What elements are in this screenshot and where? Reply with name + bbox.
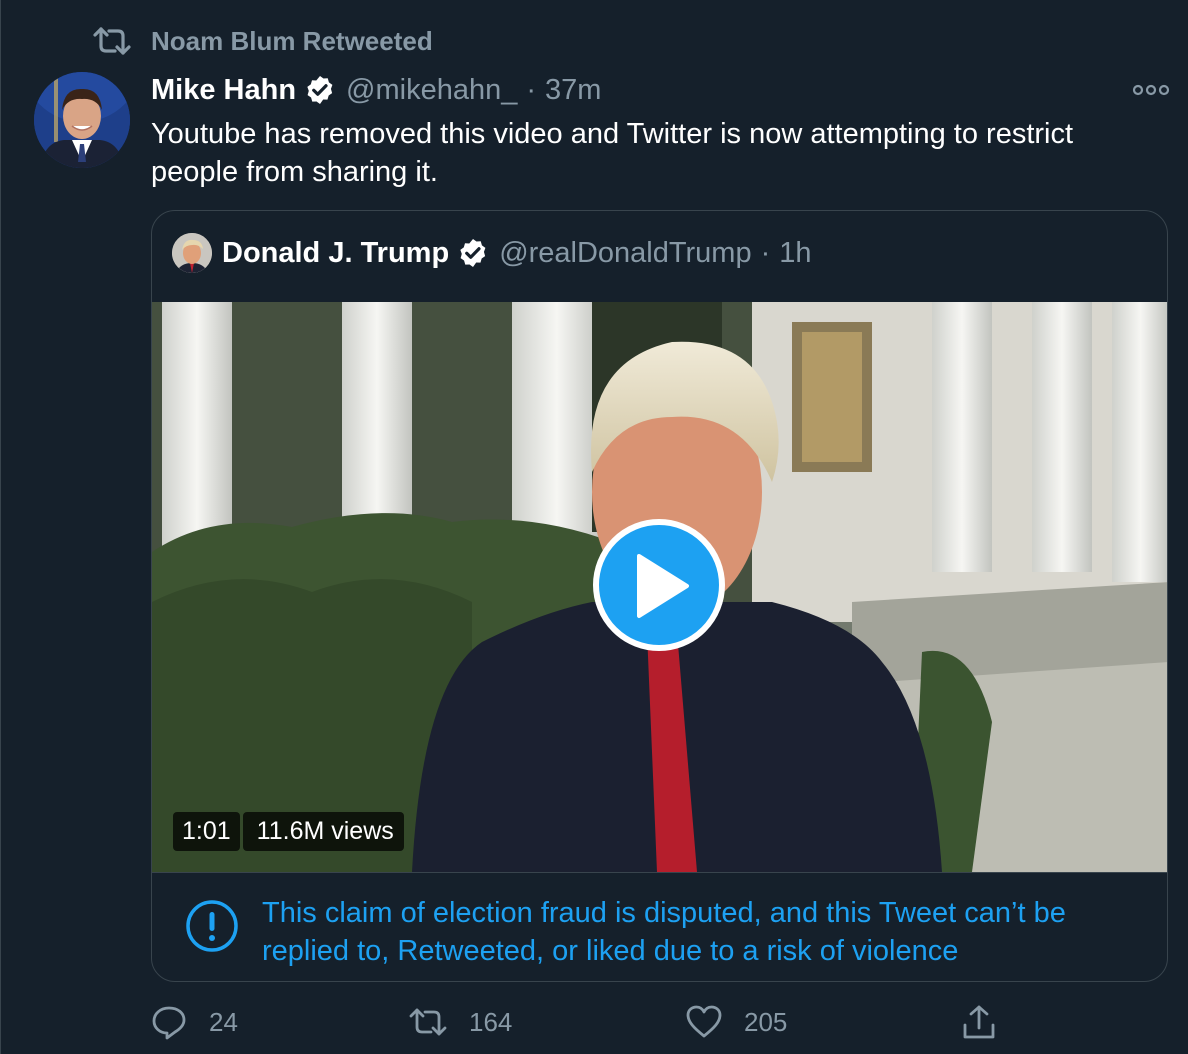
meta-separator: · [526,73,537,106]
video-player[interactable]: 1:01 11.6M views [152,302,1167,872]
like-icon [686,1005,722,1038]
verified-icon [307,76,333,104]
quoted-author-name: Donald J. Trump [222,236,450,269]
video-duration: 1:01 [173,812,240,851]
quoted-timestamp: 1h [779,236,812,269]
quoted-tweet[interactable]: Donald J. Trump @realDonaldTrump · 1h 1:… [151,210,1168,982]
reply-count: 24 [209,1006,238,1037]
quoted-author-handle: @realDonaldTrump [499,236,752,269]
author-name[interactable]: Mike Hahn [151,74,296,107]
like-count: 205 [744,1006,788,1037]
more-icon[interactable] [1131,80,1171,100]
reply-icon [152,1006,186,1040]
share-icon [963,1005,995,1039]
tweet[interactable]: Noam Blum Retweeted Mike Hahn @mikehahn_… [0,0,1188,1054]
video-view-count: 11.6M views [242,812,404,851]
notice-text: This claim of election fraud is disputed… [262,897,1066,967]
quoted-tweet-header: Donald J. Trump @realDonaldTrump · 1h [172,233,812,273]
quoted-avatar[interactable] [172,233,212,273]
retweet-button[interactable]: 164 [409,1002,512,1042]
retweet-context[interactable]: Noam Blum Retweeted [93,24,433,58]
like-button[interactable]: 205 [686,1002,787,1042]
reply-button[interactable]: 24 [151,1002,238,1042]
disputed-claim-notice: This claim of election fraud is disputed… [152,872,1167,981]
retweet-icon [93,27,131,55]
retweet-icon [409,1008,447,1036]
play-icon [637,554,689,618]
play-button[interactable] [593,519,725,651]
video-badges: 1:01 11.6M views [173,812,404,851]
share-button[interactable] [962,1002,1018,1042]
verified-icon [460,239,486,267]
tweet-text: Youtube has removed this video and Twitt… [151,118,1074,188]
info-icon [186,900,238,952]
avatar[interactable] [34,72,130,168]
retweet-count: 164 [469,1006,513,1037]
author-handle[interactable]: @mikehahn_ [346,74,517,107]
meta-separator: · [760,236,771,269]
retweet-context-label: Noam Blum Retweeted [151,25,433,56]
tweet-timestamp[interactable]: 37m [545,74,601,107]
tweet-header: Mike Hahn @mikehahn_ · 37m [151,72,601,108]
